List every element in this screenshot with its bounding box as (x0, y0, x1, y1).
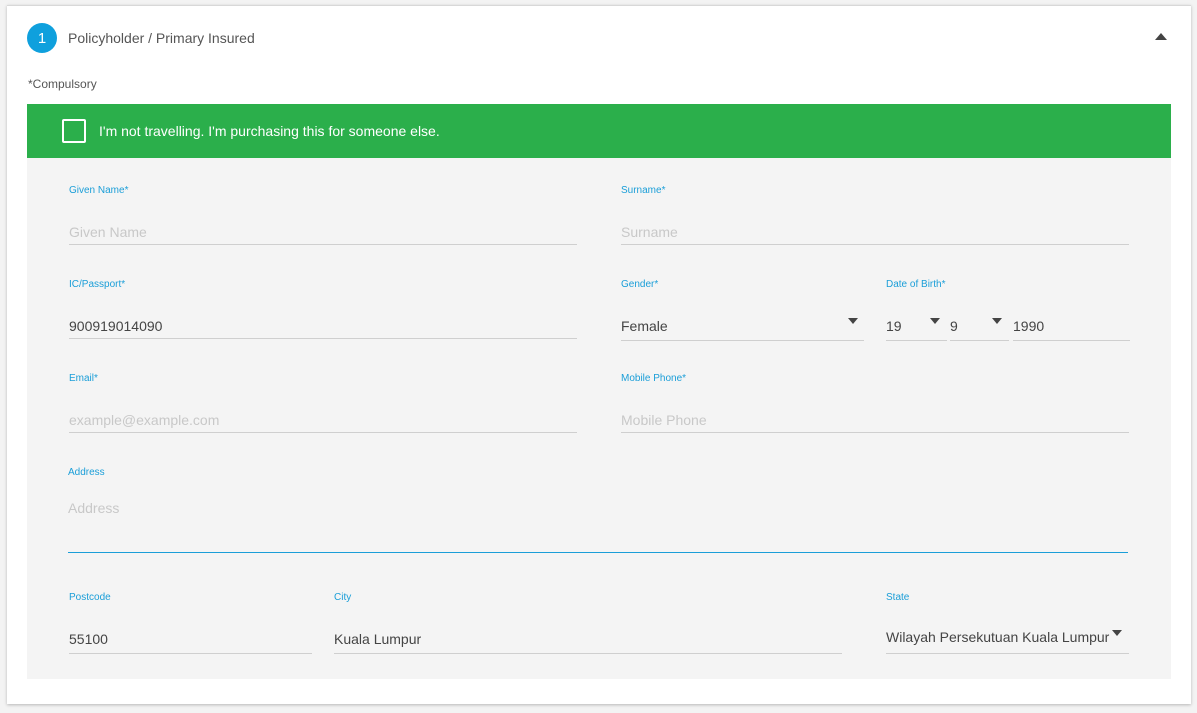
gender-select[interactable]: Female (621, 318, 668, 334)
dob-year-underline (1013, 340, 1130, 341)
dob-month-underline (950, 340, 1009, 341)
step-number-badge: 1 (27, 23, 57, 53)
purchase-for-other-label[interactable]: I'm not travelling. I'm purchasing this … (99, 123, 440, 139)
policyholder-card: 1 Policyholder / Primary Insured *Compul… (7, 5, 1191, 704)
dob-field: Date of Birth* 19 9 1990 (886, 279, 1130, 341)
caret-down-icon[interactable] (848, 318, 858, 324)
ic-passport-field: IC/Passport* (69, 279, 577, 339)
city-input[interactable] (334, 624, 842, 654)
purchase-for-other-banner: I'm not travelling. I'm purchasing this … (27, 104, 1171, 158)
dob-year-value: 1990 (1013, 318, 1045, 334)
email-input[interactable] (69, 408, 577, 433)
chevron-up-icon[interactable] (1153, 30, 1169, 44)
postcode-label: Postcode (69, 592, 111, 603)
postcode-input[interactable] (69, 624, 312, 654)
dob-year-input[interactable]: 1990 (1013, 279, 1130, 341)
dob-day-select[interactable]: 19 (886, 279, 947, 341)
ic-passport-label: IC/Passport* (69, 279, 126, 290)
dob-month-select[interactable]: 9 (950, 279, 1009, 341)
address-field: Address (68, 467, 1128, 553)
city-field: City (334, 592, 842, 654)
gender-label: Gender* (621, 279, 659, 290)
given-name-field: Given Name* (69, 185, 577, 245)
surname-input[interactable] (621, 220, 1129, 245)
dob-day-value: 19 (886, 318, 902, 334)
state-field[interactable]: State Wilayah Persekutuan Kuala Lumpur (886, 592, 1129, 654)
given-name-input[interactable] (69, 220, 577, 245)
caret-down-icon[interactable] (1112, 630, 1122, 636)
email-field: Email* (69, 373, 577, 433)
state-label: State (886, 592, 910, 603)
address-input[interactable] (68, 500, 1128, 553)
dob-day-underline (886, 340, 947, 341)
state-select[interactable]: Wilayah Persekutuan Kuala Lumpur (886, 629, 1109, 645)
given-name-label: Given Name* (69, 185, 129, 196)
gender-field[interactable]: Gender* Female (621, 279, 864, 341)
mobile-phone-field: Mobile Phone* (621, 373, 1129, 433)
gender-underline (621, 340, 864, 341)
form-area: Given Name* Surname* IC/Passport* Gender… (27, 158, 1171, 679)
mobile-phone-label: Mobile Phone* (621, 373, 687, 384)
postcode-field: Postcode (69, 592, 312, 654)
purchase-for-other-checkbox[interactable] (62, 119, 86, 143)
city-label: City (334, 592, 352, 603)
section-title: Policyholder / Primary Insured (68, 30, 255, 46)
state-underline (886, 653, 1129, 654)
compulsory-note: *Compulsory (28, 77, 97, 91)
email-label: Email* (69, 373, 98, 384)
ic-passport-input[interactable] (69, 314, 577, 339)
caret-down-icon[interactable] (992, 318, 1002, 324)
surname-label: Surname* (621, 185, 666, 196)
caret-down-icon[interactable] (930, 318, 940, 324)
section-header[interactable]: 1 Policyholder / Primary Insured (27, 23, 1177, 53)
surname-field: Surname* (621, 185, 1129, 245)
mobile-phone-input[interactable] (621, 408, 1129, 433)
address-label: Address (68, 467, 105, 478)
dob-month-value: 9 (950, 318, 958, 334)
